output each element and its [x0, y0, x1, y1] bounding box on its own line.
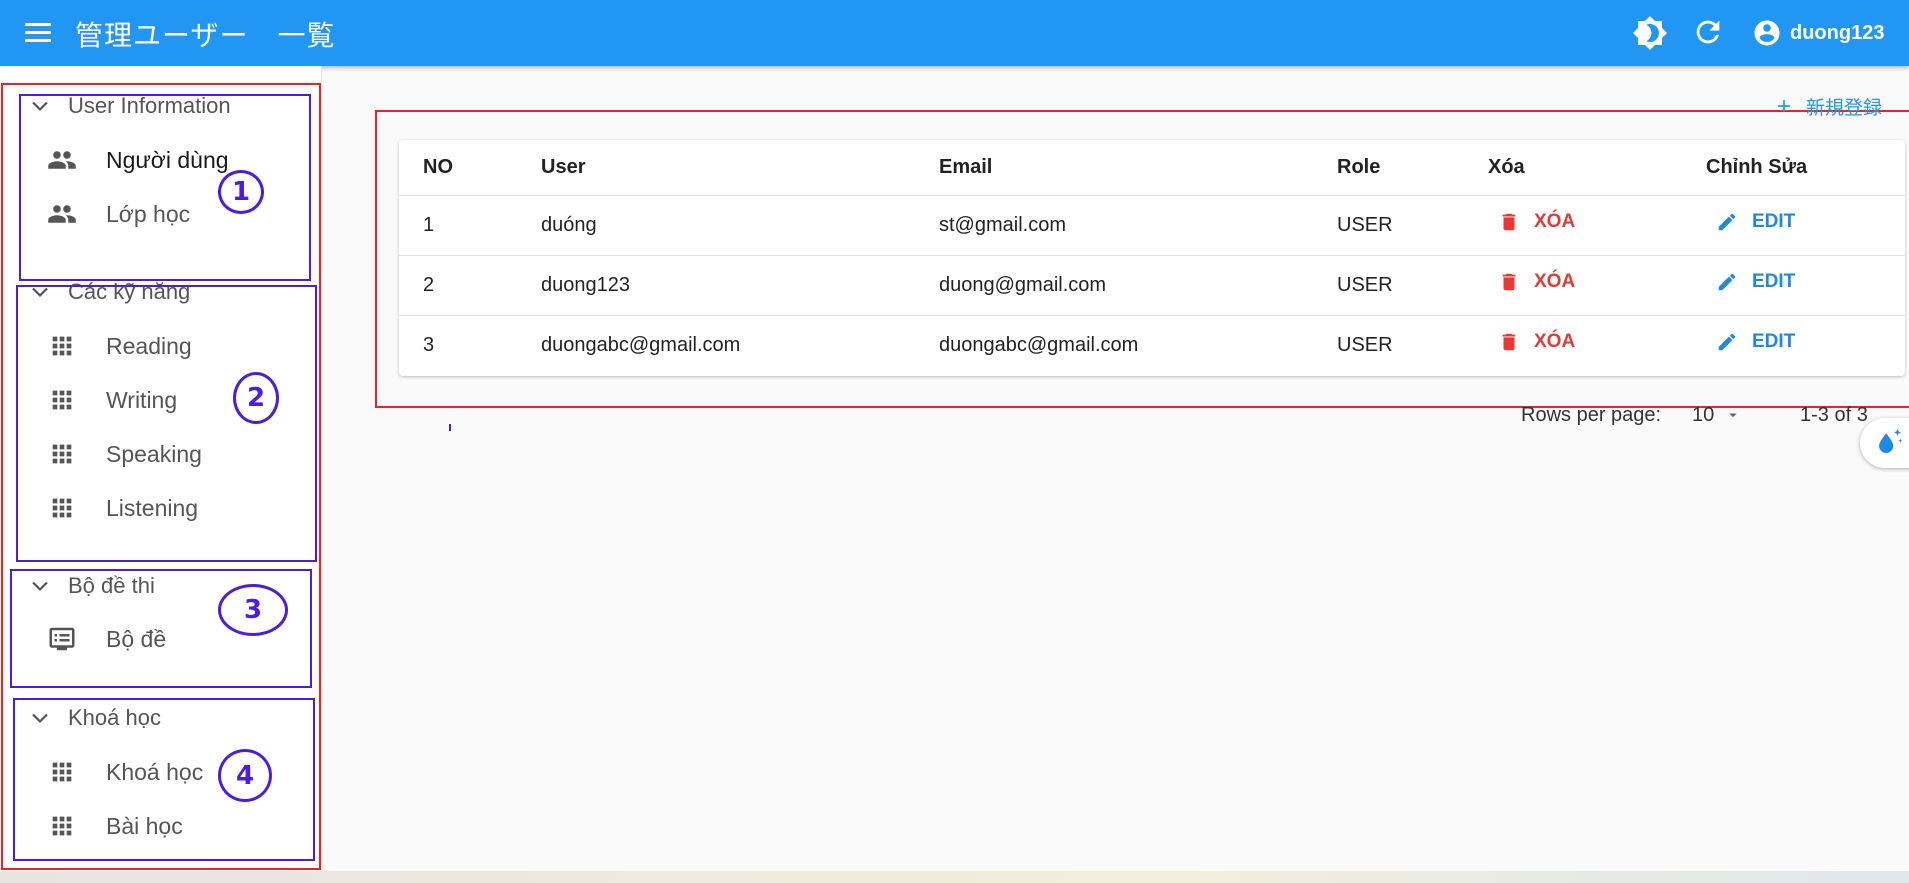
col-header-email[interactable]: Email — [915, 140, 1313, 196]
annotation-number-3: 3 — [218, 584, 288, 636]
delete-button[interactable]: XÓA — [1488, 210, 1575, 234]
edit-button[interactable]: EDIT — [1706, 211, 1795, 233]
delete-label: XÓA — [1534, 271, 1576, 292]
dropdown-arrow-icon — [1729, 413, 1737, 418]
edit-button[interactable]: EDIT — [1706, 331, 1795, 353]
trash-icon — [1502, 273, 1516, 291]
cell-user: duóng — [517, 195, 915, 256]
table-row: 1 duóng st@gmail.com USER XÓA EDIT — [399, 195, 1905, 256]
edit-label: EDIT — [1752, 331, 1796, 353]
users-table: NO User Email Role Xóa Chỉnh Sửa 1 duóng… — [399, 140, 1905, 375]
table-row: 2 duong123 duong@gmail.com USER XÓA EDIT — [399, 255, 1905, 316]
cell-role: USER — [1313, 195, 1464, 256]
table-header-row: NO User Email Role Xóa Chỉnh Sửa — [399, 140, 1905, 196]
edit-label: EDIT — [1752, 271, 1796, 292]
pencil-icon — [1718, 273, 1736, 291]
annotation-number-1: 1 — [218, 170, 264, 214]
rows-per-page-value: 10 — [1692, 403, 1715, 426]
annotation-box-2 — [16, 285, 317, 562]
col-header-delete: Xóa — [1464, 140, 1682, 196]
add-new-button[interactable]: 新規登録 — [1774, 92, 1882, 120]
cell-no: 3 — [423, 333, 435, 356]
account-circle-icon — [1754, 20, 1780, 46]
trash-icon — [1502, 213, 1516, 231]
pencil-icon — [1718, 333, 1736, 351]
page-title: 管理ユーザー 一覧 — [75, 19, 336, 52]
edit-label: EDIT — [1752, 211, 1796, 232]
cell-user: duongabc@gmail.com — [541, 333, 741, 356]
cell-no: 2 — [399, 255, 517, 316]
delete-button[interactable]: XÓA — [1488, 330, 1575, 354]
cell-email: duongabc@gmail.com — [939, 333, 1139, 356]
trash-icon — [1502, 334, 1516, 351]
pencil-icon — [1718, 213, 1736, 231]
username: duong123 — [1790, 21, 1885, 44]
app-bar: 管理ユーザー 一覧 duong123 — [0, 0, 1909, 66]
delete-button[interactable]: XÓA — [1488, 270, 1575, 294]
refresh-icon[interactable] — [1691, 15, 1727, 51]
pagination-range: 1-3 of 3 — [1800, 403, 1868, 426]
table-row: 3 duongabc@gmail.com duongabc@gmail.com … — [399, 315, 1905, 375]
cell-role: USER — [1313, 255, 1464, 316]
cell-no: 1 — [399, 195, 517, 256]
cell-email: duong@gmail.com — [915, 255, 1313, 316]
annotation-box-1 — [19, 94, 311, 281]
col-header-role[interactable]: Role — [1313, 140, 1464, 196]
annotation-number-4: 4 — [218, 749, 272, 802]
col-header-edit: Chỉnh Sửa — [1682, 140, 1905, 196]
edit-button[interactable]: EDIT — [1706, 271, 1795, 293]
cell-role: USER — [1337, 333, 1393, 356]
floating-widget-button[interactable] — [1860, 418, 1909, 468]
menu-icon[interactable] — [22, 20, 54, 46]
col-header-user[interactable]: User — [517, 140, 915, 196]
annotation-mark — [449, 424, 451, 431]
cell-user: duong123 — [517, 255, 915, 316]
rows-per-page-label: Rows per page: — [1521, 403, 1662, 426]
delete-label: XÓA — [1534, 331, 1576, 353]
cell-email: st@gmail.com — [915, 195, 1313, 256]
theme-toggle-icon[interactable] — [1632, 15, 1668, 51]
col-header-no[interactable]: NO — [399, 140, 517, 196]
delete-label: XÓA — [1534, 211, 1576, 232]
add-new-label: 新規登録 — [1806, 96, 1883, 119]
taskbar-edge — [0, 871, 1909, 883]
annotation-number-2: 2 — [233, 372, 279, 424]
user-menu[interactable]: duong123 — [1752, 17, 1884, 49]
rows-per-page-select[interactable]: 10 — [1692, 400, 1742, 430]
water-drop-sparkle-icon — [1879, 428, 1903, 453]
plus-icon — [1778, 100, 1790, 112]
users-table-card: NO User Email Role Xóa Chỉnh Sửa 1 duóng… — [399, 140, 1905, 376]
